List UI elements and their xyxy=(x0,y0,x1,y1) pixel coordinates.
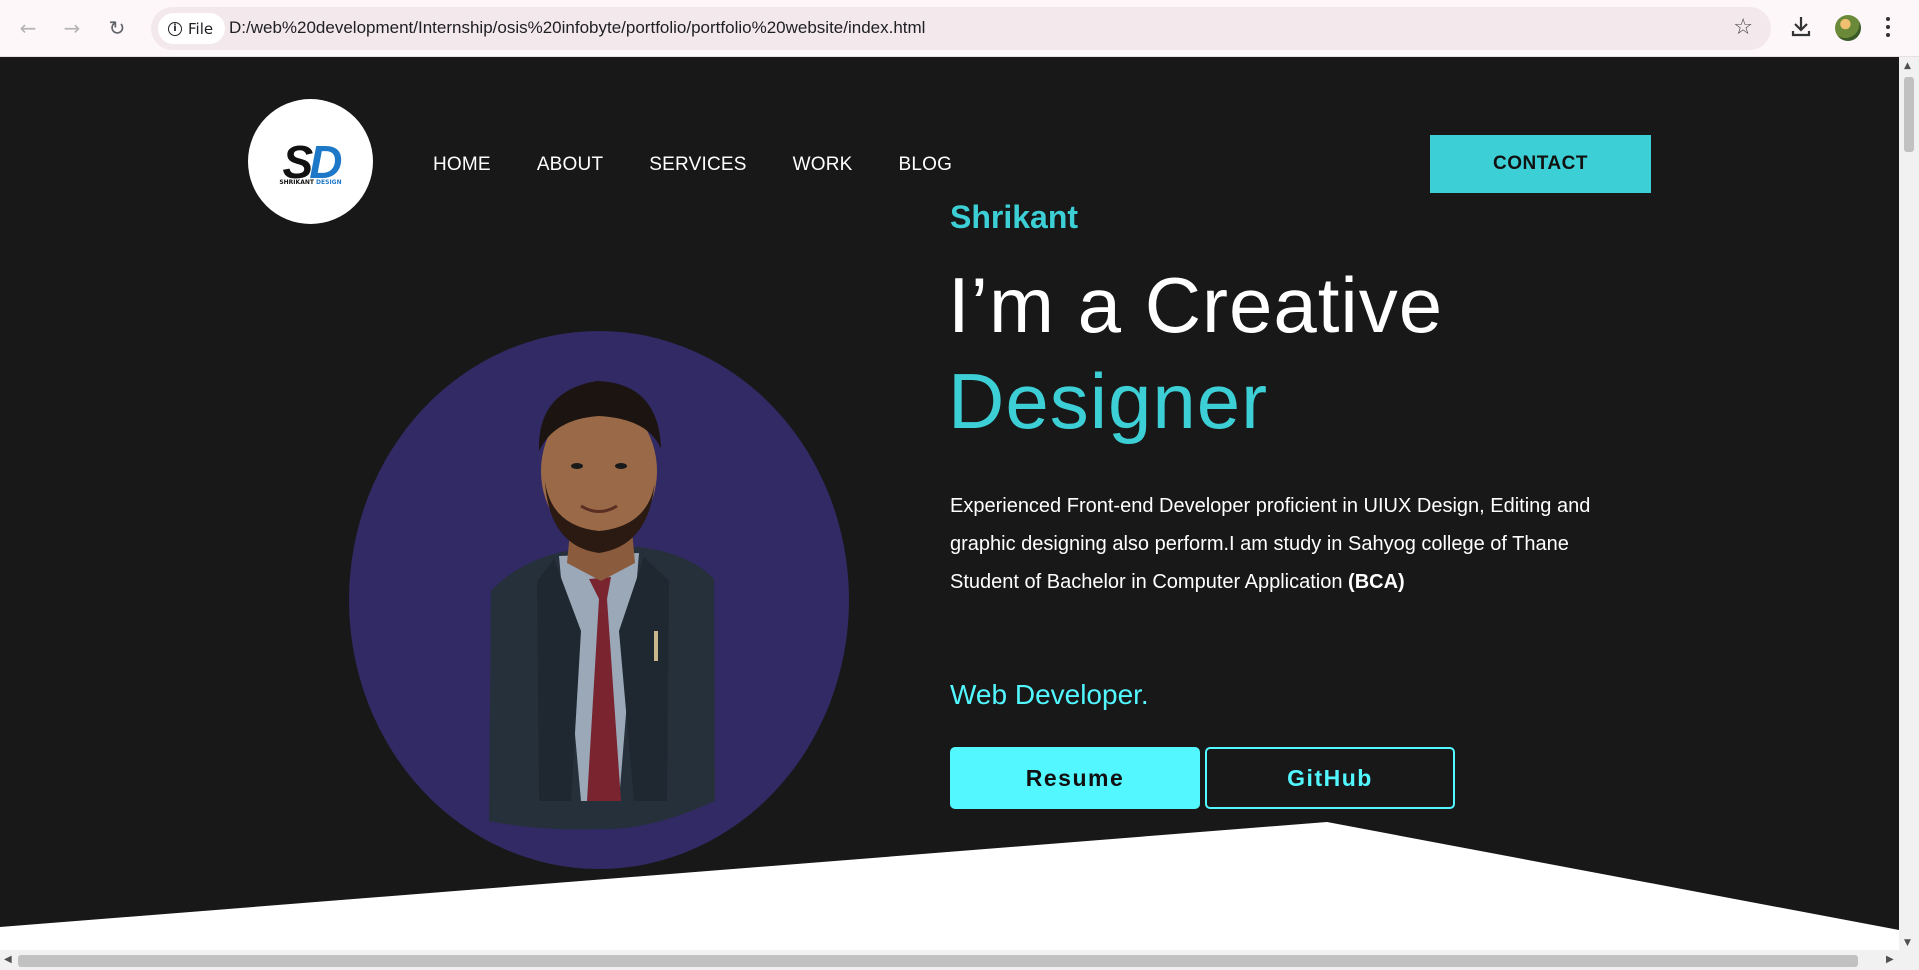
hero-headline-accent: Designer xyxy=(948,357,1269,445)
back-arrow-icon[interactable]: ← xyxy=(14,14,42,42)
portfolio-page: SD SHRIKANT DESIGN HOME ABOUT SERVICES W… xyxy=(0,57,1899,950)
bio-degree: Student of Bachelor in Computer Applicat… xyxy=(950,571,1405,593)
main-nav: HOME ABOUT SERVICES WORK BLOG xyxy=(433,154,952,176)
scroll-left-icon[interactable]: ◀ xyxy=(4,954,12,965)
info-icon: i xyxy=(168,21,182,36)
horizontal-scroll-thumb[interactable] xyxy=(18,955,1858,967)
vertical-scrollbar[interactable]: ▲ ▼ xyxy=(1899,57,1919,950)
logo-mark: SD xyxy=(282,135,343,188)
logo-caption: SHRIKANT DESIGN xyxy=(279,179,342,186)
address-bar[interactable]: i File D:/web%20development/Internship/o… xyxy=(151,7,1771,50)
hero-photo-circle xyxy=(349,331,849,869)
profile-photo xyxy=(489,381,715,830)
hero-headline: I’m a Creative xyxy=(948,261,1444,349)
url-text[interactable]: D:/web%20development/Internship/osis%20i… xyxy=(229,18,925,38)
hero-bio: Experienced Front-end Developer proficie… xyxy=(950,487,1650,601)
horizontal-scrollbar[interactable]: ◀ ▶ xyxy=(0,950,1919,970)
hero-name: Shrikant xyxy=(950,199,1079,235)
nav-blog[interactable]: BLOG xyxy=(899,154,953,176)
site-logo[interactable]: SD SHRIKANT DESIGN xyxy=(248,99,373,224)
bio-paragraph: Experienced Front-end Developer proficie… xyxy=(950,495,1591,555)
site-chip-label: File xyxy=(188,19,214,38)
kebab-menu-icon[interactable] xyxy=(1885,14,1891,40)
bio-degree-abbr: (BCA) xyxy=(1348,571,1405,593)
vertical-scroll-thumb[interactable] xyxy=(1904,77,1914,152)
nav-about[interactable]: ABOUT xyxy=(537,154,603,176)
profile-avatar[interactable] xyxy=(1835,15,1861,41)
scroll-up-icon[interactable]: ▲ xyxy=(1904,61,1911,71)
site-info-chip[interactable]: i File xyxy=(158,13,226,44)
resume-button[interactable]: Resume xyxy=(950,747,1200,809)
download-icon[interactable] xyxy=(1790,14,1812,38)
nav-work[interactable]: WORK xyxy=(793,154,853,176)
nav-home[interactable]: HOME xyxy=(433,154,491,176)
star-icon[interactable]: ☆ xyxy=(1733,15,1753,40)
github-button[interactable]: GitHub xyxy=(1205,747,1455,809)
scroll-down-icon[interactable]: ▼ xyxy=(1904,938,1911,948)
reload-icon[interactable]: ↻ xyxy=(103,14,131,42)
browser-toolbar: ← → ↻ i File D:/web%20development/Intern… xyxy=(0,0,1919,57)
hero-role: Web Developer. xyxy=(950,679,1149,710)
nav-services[interactable]: SERVICES xyxy=(649,154,746,176)
forward-arrow-icon[interactable]: → xyxy=(58,14,86,42)
contact-button[interactable]: CONTACT xyxy=(1430,135,1651,193)
scroll-right-icon[interactable]: ▶ xyxy=(1886,954,1894,965)
